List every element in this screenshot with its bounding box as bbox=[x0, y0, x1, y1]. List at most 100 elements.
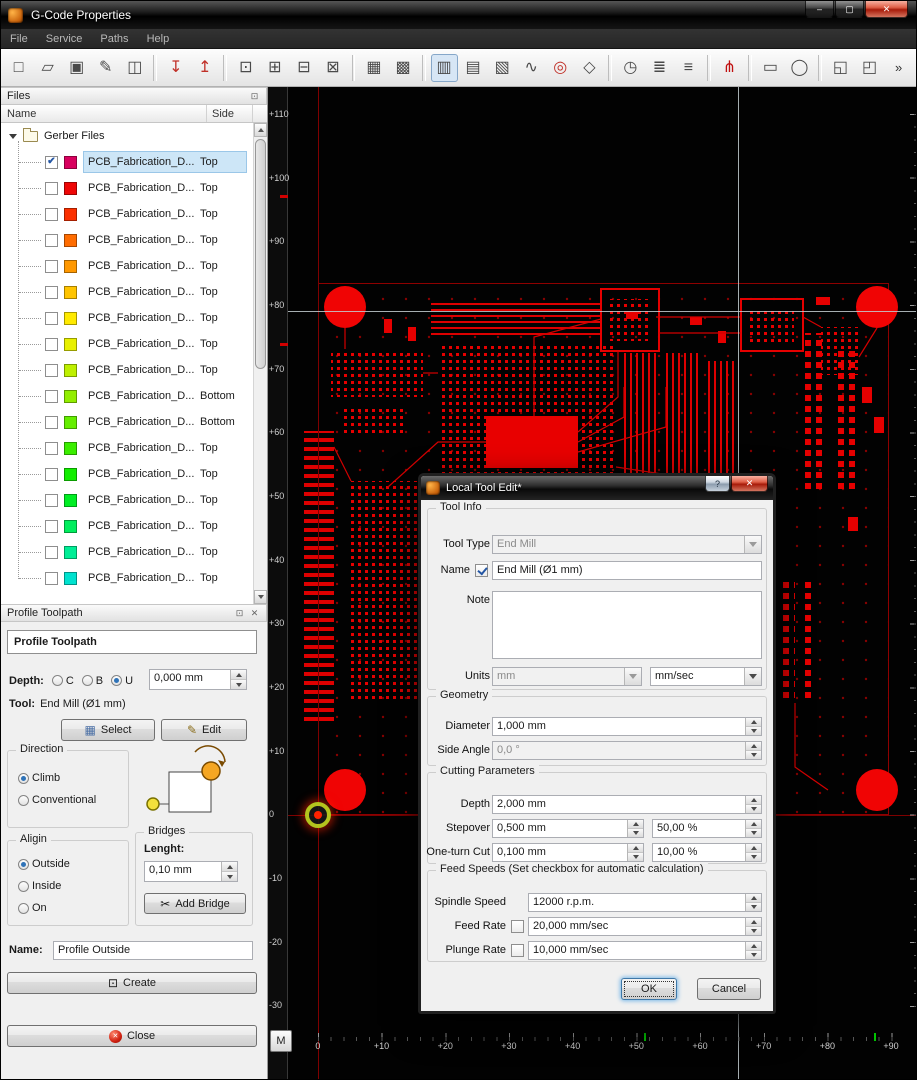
save-all-button[interactable]: ◫ bbox=[121, 54, 148, 82]
gcode-view-button[interactable]: ≣ bbox=[646, 54, 673, 82]
file-row[interactable]: PCB_Fabrication_D... Top bbox=[1, 487, 253, 513]
spinner-buttons[interactable] bbox=[627, 844, 643, 861]
import-bottom-layer-button[interactable]: ↥ bbox=[191, 54, 218, 82]
close-window-button[interactable]: ✕ bbox=[865, 1, 908, 18]
spinner-buttons[interactable] bbox=[745, 742, 761, 759]
file-row[interactable]: PCB_Fabrication_D... Top bbox=[1, 565, 253, 591]
tool-name-field[interactable]: End Mill (Ø1 mm) bbox=[492, 561, 762, 580]
file-row[interactable]: PCB_Fabrication_D... Top bbox=[1, 513, 253, 539]
plunge-rate-field[interactable]: 10,000 mm/sec bbox=[528, 941, 762, 960]
spinner-buttons[interactable] bbox=[627, 820, 643, 837]
oneturn-field[interactable]: 0,100 mm bbox=[492, 843, 644, 862]
new-file-button[interactable]: □ bbox=[5, 54, 32, 82]
curve-tool-button[interactable]: ∿ bbox=[518, 54, 545, 82]
scroll-up-icon[interactable] bbox=[254, 123, 267, 137]
rect-shape-button[interactable]: ▭ bbox=[757, 54, 784, 82]
import-top-layer-button[interactable]: ↧ bbox=[162, 54, 189, 82]
maximize-button[interactable]: ▢ bbox=[835, 1, 864, 18]
oneturn-percent-field[interactable]: 10,00 % bbox=[652, 843, 762, 862]
depth-radio-c[interactable] bbox=[51, 675, 63, 686]
file-checkbox[interactable] bbox=[45, 415, 58, 429]
spinner-buttons[interactable] bbox=[745, 820, 761, 837]
file-checkbox[interactable] bbox=[45, 519, 58, 533]
spinner-buttons[interactable] bbox=[745, 894, 761, 911]
dropdown-arrow-icon[interactable] bbox=[624, 668, 641, 685]
ellipse-shape-button[interactable]: ◯ bbox=[786, 54, 813, 82]
help-button[interactable]: ? bbox=[705, 476, 730, 492]
spinner-buttons[interactable] bbox=[745, 918, 761, 935]
expander-icon[interactable] bbox=[9, 133, 17, 139]
cancel-button[interactable]: Cancel bbox=[697, 978, 761, 1000]
scrollbar-thumb[interactable] bbox=[255, 139, 266, 369]
close-dialog-button[interactable]: ✕ bbox=[731, 476, 768, 492]
file-checkbox[interactable] bbox=[45, 441, 58, 455]
file-row[interactable]: PCB_Fabrication_D... Top bbox=[1, 175, 253, 201]
feed-rate-checkbox[interactable] bbox=[511, 920, 524, 933]
stepover-percent-field[interactable]: 50,00 % bbox=[652, 819, 762, 838]
menu-item[interactable]: File bbox=[1, 30, 37, 48]
spinner-buttons[interactable] bbox=[745, 718, 761, 735]
spinner-buttons[interactable] bbox=[745, 796, 761, 813]
file-row[interactable]: PCB_Fabrication_D... Top bbox=[1, 227, 253, 253]
file-checkbox[interactable] bbox=[45, 389, 58, 403]
file-row[interactable]: PCB_Fabrication_D... Top bbox=[1, 331, 253, 357]
view-outline-button[interactable]: ▤ bbox=[460, 54, 487, 82]
units-combo[interactable]: mm bbox=[492, 667, 642, 686]
speed-units-combo[interactable]: mm/sec bbox=[650, 667, 762, 686]
open-file-button[interactable]: ▱ bbox=[34, 54, 61, 82]
node-add-button[interactable]: ◰ bbox=[856, 54, 883, 82]
column-name[interactable]: Name bbox=[1, 105, 207, 122]
depth-radio-u[interactable] bbox=[111, 675, 123, 686]
toolbar-overflow[interactable]: » bbox=[885, 54, 912, 82]
view-copper-button[interactable]: ▥ bbox=[430, 53, 458, 82]
side-angle-field[interactable]: 0,0 ° bbox=[492, 741, 762, 760]
align-outside-radio[interactable] bbox=[18, 858, 29, 870]
menu-item[interactable]: Service bbox=[37, 30, 92, 48]
origin-tool-button[interactable]: ⊡ bbox=[232, 54, 259, 82]
stepover-field[interactable]: 0,500 mm bbox=[492, 819, 644, 838]
frame-tool-button[interactable]: ⊞ bbox=[261, 54, 288, 82]
minimize-button[interactable]: – bbox=[805, 1, 834, 18]
depth-radio-b[interactable] bbox=[81, 675, 93, 686]
menu-item[interactable]: Paths bbox=[91, 30, 137, 48]
panelize-button[interactable]: ▦ bbox=[360, 54, 387, 82]
file-row[interactable]: PCB_Fabrication_D... Top bbox=[1, 461, 253, 487]
feed-rate-field[interactable]: 20,000 mm/sec bbox=[528, 917, 762, 936]
drill-view-button[interactable]: ◎ bbox=[547, 54, 574, 82]
plunge-rate-checkbox[interactable] bbox=[511, 944, 524, 957]
dialog-title-bar[interactable]: Local Tool Edit* ? ✕ bbox=[421, 476, 773, 500]
time-estimate-button[interactable]: ◷ bbox=[617, 54, 644, 82]
add-bridge-button[interactable]: ✂ Add Bridge bbox=[144, 893, 246, 914]
dropdown-arrow-icon[interactable] bbox=[744, 668, 761, 685]
junction-tool-button[interactable]: ⋔ bbox=[716, 54, 743, 82]
file-checkbox[interactable] bbox=[45, 259, 58, 273]
spinner-buttons[interactable] bbox=[230, 670, 246, 689]
file-checkbox[interactable] bbox=[45, 311, 58, 325]
save-as-button[interactable]: ✎ bbox=[92, 54, 119, 82]
file-checkbox[interactable] bbox=[45, 207, 58, 221]
close-panel-icon[interactable]: ✕ bbox=[247, 606, 262, 620]
note-textarea[interactable] bbox=[492, 591, 762, 659]
file-checkbox[interactable] bbox=[45, 571, 58, 585]
measure-tool-button[interactable]: ⊟ bbox=[290, 54, 317, 82]
spindle-speed-field[interactable]: 12000 r.p.m. bbox=[528, 893, 762, 912]
node-edit-button[interactable]: ◱ bbox=[827, 54, 854, 82]
align-on-radio[interactable] bbox=[18, 902, 29, 914]
file-row[interactable]: PCB_Fabrication_D... Top bbox=[1, 539, 253, 565]
menu-item[interactable]: Help bbox=[138, 30, 179, 48]
files-scrollbar[interactable] bbox=[253, 123, 267, 604]
file-checkbox[interactable] bbox=[45, 181, 58, 195]
edit-tool-button[interactable]: ✎ Edit bbox=[161, 719, 247, 741]
array-copy-button[interactable]: ▩ bbox=[390, 54, 417, 82]
units-mode-button[interactable]: M bbox=[270, 1030, 292, 1052]
file-row[interactable]: PCB_Fabrication_D... Bottom bbox=[1, 409, 253, 435]
tool-type-combo[interactable]: End Mill bbox=[492, 535, 762, 554]
depth-value-field[interactable]: 0,000 mm bbox=[149, 669, 247, 690]
column-side[interactable]: Side bbox=[207, 105, 253, 122]
select-tool-button[interactable]: ▦ Select bbox=[61, 719, 155, 741]
tree-root-gerber-files[interactable]: Gerber Files bbox=[1, 123, 253, 149]
spinner-buttons[interactable] bbox=[221, 862, 237, 881]
file-row[interactable]: PCB_Fabrication_D... Top bbox=[1, 435, 253, 461]
file-row[interactable]: PCB_Fabrication_D... Bottom bbox=[1, 383, 253, 409]
dropdown-arrow-icon[interactable] bbox=[744, 536, 761, 553]
